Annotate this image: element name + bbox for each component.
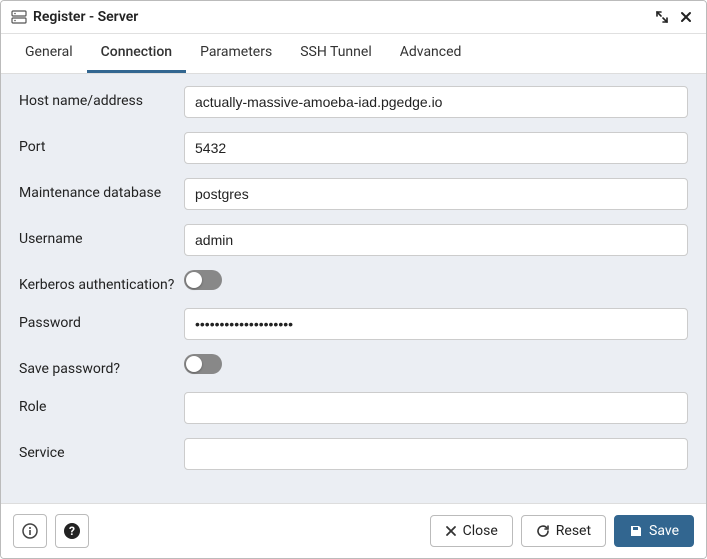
reset-icon xyxy=(536,524,550,538)
maintdb-input[interactable] xyxy=(184,178,688,210)
svg-text:?: ? xyxy=(69,524,75,538)
port-input[interactable] xyxy=(184,132,688,164)
info-button[interactable] xyxy=(13,514,47,548)
save-label: Save xyxy=(649,523,679,539)
role-input[interactable] xyxy=(184,392,688,424)
port-label: Port xyxy=(19,132,184,155)
form-body: Host name/address Port Maintenance datab… xyxy=(1,74,706,503)
kerberos-toggle[interactable] xyxy=(184,270,222,290)
close-window-button[interactable] xyxy=(676,7,696,27)
reset-button[interactable]: Reset xyxy=(521,515,606,547)
tab-connection[interactable]: Connection xyxy=(87,34,186,73)
save-button[interactable]: Save xyxy=(614,515,694,547)
savepw-toggle[interactable] xyxy=(184,354,222,374)
dialog-title: Register - Server xyxy=(33,9,648,25)
username-label: Username xyxy=(19,224,184,247)
maximize-button[interactable] xyxy=(652,7,672,27)
tab-general[interactable]: General xyxy=(11,34,87,73)
tab-advanced[interactable]: Advanced xyxy=(386,34,476,73)
tabs: General Connection Parameters SSH Tunnel… xyxy=(1,34,706,74)
host-input[interactable] xyxy=(184,86,688,118)
help-button[interactable]: ? xyxy=(55,514,89,548)
host-label: Host name/address xyxy=(19,86,184,109)
kerberos-label: Kerberos authentication? xyxy=(19,270,184,293)
titlebar: Register - Server xyxy=(1,1,706,34)
server-icon xyxy=(11,9,27,25)
close-button[interactable]: Close xyxy=(430,515,513,547)
save-icon xyxy=(629,524,643,538)
tab-ssh-tunnel[interactable]: SSH Tunnel xyxy=(286,34,386,73)
footer: ? Close Reset Save xyxy=(1,503,706,558)
savepw-label: Save password? xyxy=(19,354,184,377)
service-label: Service xyxy=(19,438,184,461)
reset-label: Reset xyxy=(556,523,591,539)
role-label: Role xyxy=(19,392,184,415)
close-label: Close xyxy=(463,523,498,539)
register-server-dialog: Register - Server General Connection Par… xyxy=(0,0,707,559)
username-input[interactable] xyxy=(184,224,688,256)
password-input[interactable] xyxy=(184,308,688,340)
maintdb-label: Maintenance database xyxy=(19,178,184,201)
password-label: Password xyxy=(19,308,184,331)
tab-parameters[interactable]: Parameters xyxy=(186,34,286,73)
close-icon xyxy=(445,525,457,537)
service-input[interactable] xyxy=(184,438,688,470)
